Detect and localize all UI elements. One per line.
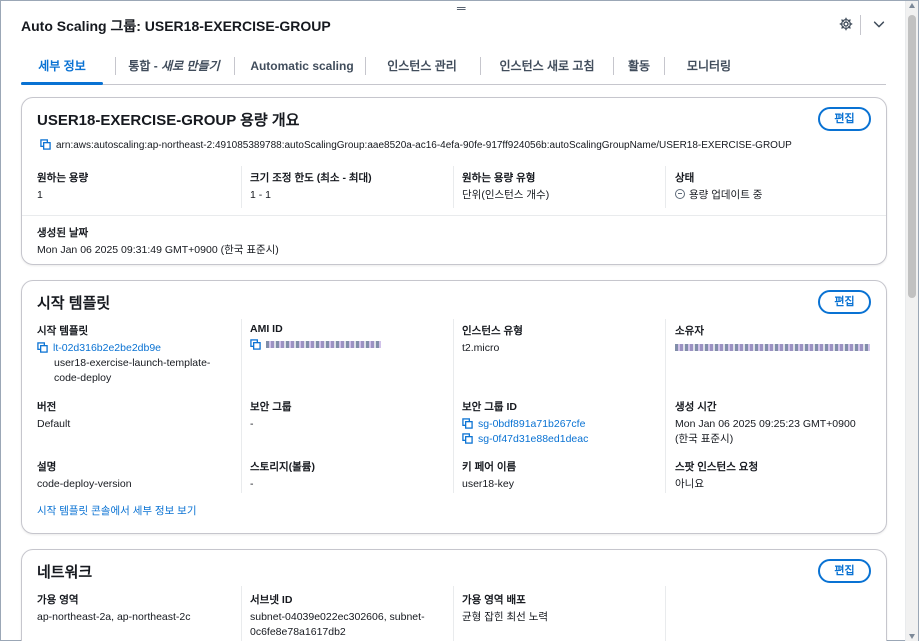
copy-icon[interactable] [250, 339, 261, 350]
tab-separator [115, 57, 116, 75]
scroll-down-arrow-icon[interactable] [909, 634, 915, 639]
panel-title: Auto Scaling 그룹: USER18-EXERCISE-GROUP [21, 18, 331, 34]
status-in-progress-icon [675, 189, 685, 199]
column-divider [665, 319, 666, 493]
network-card: 네트워크 편집 가용 영역 ap-northeast-2a, ap-northe… [21, 549, 887, 641]
copy-icon[interactable] [462, 433, 473, 444]
vertical-scrollbar[interactable] [905, 1, 918, 641]
tab-bar: 세부 정보 통합 - 새로 만들기 Automatic scaling 인스턴스… [21, 55, 886, 85]
launch-template-field: 시작 템플릿 lt-02d316b2e2be2db9e user18-exerc… [37, 325, 211, 384]
column-divider [241, 166, 242, 208]
network-edit-button[interactable]: 편집 [818, 559, 871, 583]
launch-template-edit-button[interactable]: 편집 [818, 290, 871, 314]
scroll-thumb[interactable] [908, 15, 916, 298]
desired-capacity: 원하는 용량 1 [37, 172, 89, 201]
capacity-title: USER18-EXERCISE-GROUP 용량 개요 [37, 112, 300, 129]
arn-value: arn:aws:autoscaling:ap-northeast-2:49108… [56, 140, 792, 151]
row-divider [22, 215, 886, 216]
tab-details[interactable]: 세부 정보 [21, 55, 103, 85]
capacity-edit-button[interactable]: 편집 [818, 107, 871, 131]
subnet-id-field: 서브넷 ID subnet-04039e022ec302606, subnet-… [250, 594, 425, 638]
chevron-down-icon[interactable] [872, 17, 886, 31]
instance-type-field: 인스턴스 유형 t2.micro [462, 325, 523, 354]
column-divider [665, 586, 666, 641]
column-divider [241, 586, 242, 641]
key-pair-field: 키 페어 이름 user18-key [462, 461, 517, 490]
copy-icon[interactable] [462, 418, 473, 429]
availability-zone-field: 가용 영역 ap-northeast-2a, ap-northeast-2c [37, 594, 191, 623]
tab-separator [664, 57, 665, 75]
capacity-overview-card: USER18-EXERCISE-GROUP 용량 개요 편집 arn:aws:a… [21, 97, 887, 265]
arn-row: arn:aws:autoscaling:ap-northeast-2:49108… [40, 139, 792, 151]
creation-time-field: 생성 시간 Mon Jan 06 2025 09:25:23 GMT+0900 … [675, 401, 856, 445]
copy-icon[interactable] [40, 139, 51, 150]
launch-template-console-link[interactable]: 시작 템플릿 콘솔에서 세부 정보 보기 [37, 503, 197, 518]
copy-icon[interactable] [37, 342, 48, 353]
launch-template-title: 시작 템플릿 [37, 295, 111, 312]
tab-activity[interactable]: 활동 [617, 55, 661, 84]
created-date: 생성된 날짜 Mon Jan 06 2025 09:31:49 GMT+0900… [37, 227, 279, 256]
ami-id-field: AMI ID [250, 323, 381, 353]
column-divider [241, 319, 242, 493]
column-divider [453, 166, 454, 208]
owner-field: 소유자 [675, 323, 870, 356]
split-panel: ═ Auto Scaling 그룹: USER18-EXERCISE-GROUP… [0, 0, 919, 641]
tab-integrations[interactable]: 통합 - 새로 만들기 [119, 55, 229, 84]
tab-instance-management[interactable]: 인스턴스 관리 [369, 55, 475, 84]
drag-handle-icon[interactable]: ═ [457, 2, 467, 14]
column-divider [453, 586, 454, 641]
status: 상태 용량 업데이트 중 [675, 172, 763, 201]
redacted-owner [675, 344, 870, 351]
description-field: 설명 code-deploy-version [37, 461, 132, 490]
tab-automatic-scaling[interactable]: Automatic scaling [242, 55, 362, 84]
settings-gear-icon[interactable] [839, 17, 853, 31]
security-group-field: 보안 그룹 - [250, 401, 292, 430]
scroll-up-arrow-icon[interactable] [909, 3, 915, 8]
redacted-ami-id [266, 341, 381, 348]
launch-template-id-link[interactable]: lt-02d316b2e2be2db9e [53, 342, 161, 354]
spot-request-field: 스팟 인스턴스 요청 아니요 [675, 461, 759, 490]
launch-template-card: 시작 템플릿 편집 시작 템플릿 lt-02d316b2e2be2db9e us… [21, 280, 887, 534]
security-group-id-field: 보안 그룹 ID sg-0bdf891a71b267cfe sg-0f47d31… [462, 401, 589, 445]
desired-capacity-type: 원하는 용량 유형 단위(인스턴스 개수) [462, 172, 550, 201]
status-value: 용량 업데이트 중 [689, 189, 763, 201]
tab-separator [234, 57, 235, 75]
az-distribution-field: 가용 영역 배포 균형 잡힌 최선 노력 [462, 594, 549, 623]
security-group-id-link-2[interactable]: sg-0f47d31e88ed1deac [478, 433, 588, 445]
tab-instance-refresh[interactable]: 인스턴스 새로 고침 [484, 55, 610, 84]
split-panel-header: Auto Scaling 그룹: USER18-EXERCISE-GROUP [21, 15, 891, 36]
network-title: 네트워크 [37, 564, 93, 581]
column-divider [665, 166, 666, 208]
column-divider [453, 319, 454, 493]
tab-separator [365, 57, 366, 75]
tab-separator [480, 57, 481, 75]
tab-monitoring[interactable]: 모니터링 [669, 55, 749, 84]
storage-field: 스토리지(볼륨) - [250, 461, 315, 490]
security-group-id-link-1[interactable]: sg-0bdf891a71b267cfe [478, 418, 585, 430]
launch-template-name: user18-exercise-launch-template- [54, 357, 211, 369]
version-field: 버전 Default [37, 401, 71, 430]
tab-separator [613, 57, 614, 75]
header-divider [860, 15, 861, 35]
scaling-limits: 크기 조정 한도 (최소 - 최대) 1 - 1 [250, 172, 372, 201]
